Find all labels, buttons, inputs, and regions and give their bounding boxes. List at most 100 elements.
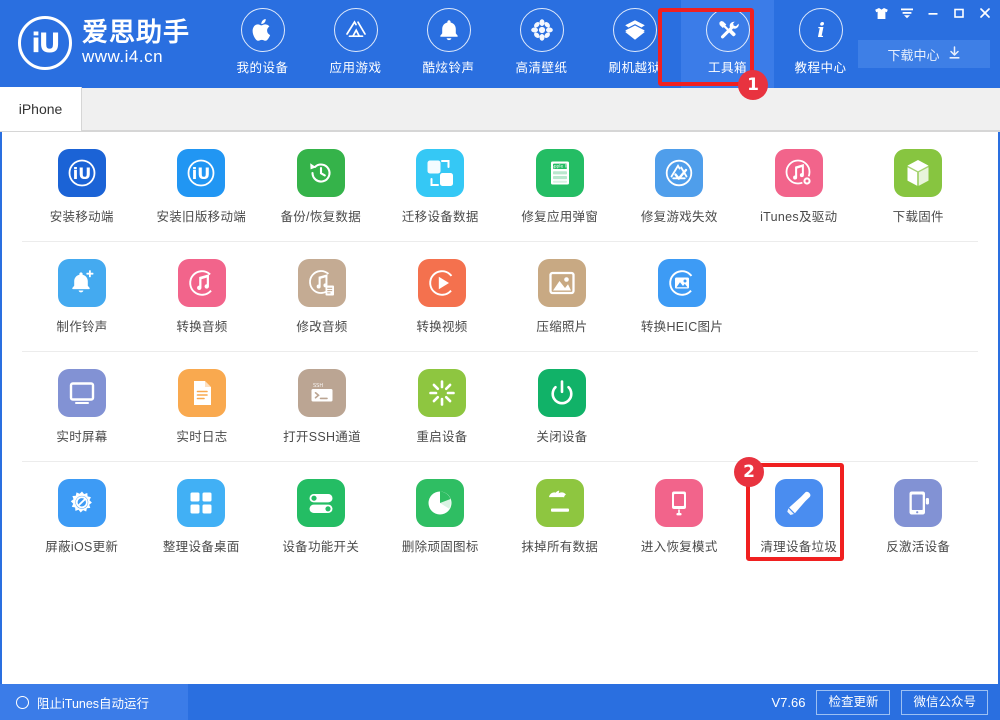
broom-clean-icon <box>775 479 823 527</box>
nav-item-my-device[interactable]: 我的设备 <box>216 0 309 88</box>
tool-restart-device[interactable]: 重启设备 <box>382 369 502 445</box>
tool-fix-app-popup[interactable]: Apple ID 修复应用弹窗 <box>500 149 620 225</box>
tool-device-feature-switch[interactable]: 设备功能开关 <box>261 479 381 555</box>
nav-label: 酷炫铃声 <box>423 57 475 76</box>
monitor-icon <box>58 369 106 417</box>
check-update-button[interactable]: 检查更新 <box>816 690 890 715</box>
tool-edit-audio[interactable]: 修改音频 <box>262 259 382 335</box>
tool-install-legacy-mobile-client[interactable]: iU 安装旧版移动端 <box>142 149 262 225</box>
nav-label: 刷机越狱 <box>609 57 661 76</box>
annotation-badge-1: 1 <box>738 70 768 100</box>
document-lines-icon <box>178 369 226 417</box>
photo-compress-icon <box>538 259 586 307</box>
menu-icon[interactable] <box>894 0 920 26</box>
wechat-official-button[interactable]: 微信公众号 <box>901 690 988 715</box>
nav-label: 应用游戏 <box>330 57 382 76</box>
tool-label: 修复应用弹窗 <box>521 206 598 225</box>
radio-circle-icon <box>16 696 29 709</box>
tool-download-firmware[interactable]: 下载固件 <box>859 149 979 225</box>
download-icon <box>948 46 961 63</box>
tool-block-ios-update[interactable]: 屏蔽iOS更新 <box>22 479 142 555</box>
tool-label: 转换视频 <box>416 316 467 335</box>
tool-label: 抹掉所有数据 <box>521 536 598 555</box>
tool-itunes-drivers[interactable]: iTunes及驱动 <box>739 149 859 225</box>
tab-iphone[interactable]: iPhone <box>0 87 82 131</box>
itunes-gear-icon <box>775 149 823 197</box>
i4-logo-icon: iU <box>18 16 72 70</box>
device-recovery-icon <box>655 479 703 527</box>
tool-realtime-screen[interactable]: 实时屏幕 <box>22 369 142 445</box>
nav-item-tutorial-center[interactable]: i 教程中心 <box>774 0 867 88</box>
maximize-icon[interactable] <box>946 0 972 26</box>
tool-label: 重启设备 <box>416 426 467 445</box>
tool-label: 反激活设备 <box>886 536 950 555</box>
close-icon[interactable] <box>972 0 998 26</box>
tool-convert-heic[interactable]: 转换HEIC图片 <box>622 259 742 335</box>
tool-label: 清理设备垃圾 <box>760 536 837 555</box>
app-window: iU 爱思助手 www.i4.cn 我的设备 应用游戏 <box>0 0 1000 720</box>
tool-enter-recovery-mode[interactable]: 进入恢复模式 <box>620 479 740 555</box>
tool-label: 制作铃声 <box>56 316 107 335</box>
logo-mark: iU <box>31 28 58 59</box>
download-center-button[interactable]: 下载中心 <box>858 40 990 68</box>
tool-deactivate-device[interactable]: 反激活设备 <box>859 479 979 555</box>
nav-item-apps-games[interactable]: 应用游戏 <box>309 0 402 88</box>
window-controls <box>868 0 998 26</box>
info-icon: i <box>799 8 843 52</box>
tool-compress-photo[interactable]: 压缩照片 <box>502 259 622 335</box>
open-box-icon <box>613 8 657 52</box>
svg-text:iU: iU <box>192 164 210 183</box>
tool-row: iU 安装移动端 iU 安装旧版移动端 备份/恢复数据 <box>22 132 978 242</box>
skin-icon[interactable] <box>868 0 894 26</box>
tool-label: 进入恢复模式 <box>641 536 718 555</box>
minimize-icon[interactable] <box>920 0 946 26</box>
music-edit-icon <box>298 259 346 307</box>
tool-label: 实时屏幕 <box>56 426 107 445</box>
nav-item-wallpapers[interactable]: 高清壁纸 <box>495 0 588 88</box>
nav-item-flash-jailbreak[interactable]: 刷机越狱 <box>588 0 681 88</box>
i4-blue-icon: iU <box>58 149 106 197</box>
nav-label: 教程中心 <box>795 57 847 76</box>
tool-fix-game-failure[interactable]: 修复游戏失效 <box>620 149 740 225</box>
pie-clock-icon <box>416 479 464 527</box>
tool-delete-stubborn-icons[interactable]: 删除顽固图标 <box>381 479 501 555</box>
tool-label: 转换HEIC图片 <box>641 316 723 335</box>
brand-logo[interactable]: iU 爱思助手 www.i4.cn <box>18 16 190 70</box>
app-header: iU 爱思助手 www.i4.cn 我的设备 应用游戏 <box>0 0 1000 88</box>
nav-item-ringtones[interactable]: 酷炫铃声 <box>402 0 495 88</box>
tool-label: 下载固件 <box>893 206 944 225</box>
tool-label: 打开SSH通道 <box>283 426 361 445</box>
tool-migrate-device-data[interactable]: 迁移设备数据 <box>381 149 501 225</box>
svg-text:iU: iU <box>73 164 91 183</box>
status-bar-actions: V7.66 检查更新 微信公众号 <box>771 690 1000 715</box>
svg-text:i: i <box>817 18 825 42</box>
tool-label: 修改音频 <box>296 316 347 335</box>
tool-label: 修复游戏失效 <box>641 206 718 225</box>
tool-row: 制作铃声 转换音频 修改音频 <box>22 242 978 352</box>
ssh-terminal-icon: SSH <box>298 369 346 417</box>
version-label: V7.66 <box>771 695 805 710</box>
power-icon <box>538 369 586 417</box>
tool-label: 安装旧版移动端 <box>156 206 246 225</box>
restart-burst-icon <box>418 369 466 417</box>
tool-install-mobile-client[interactable]: iU 安装移动端 <box>22 149 142 225</box>
tool-open-ssh-tunnel[interactable]: SSH 打开SSH通道 <box>262 369 382 445</box>
tool-organize-desktop[interactable]: 整理设备桌面 <box>142 479 262 555</box>
tool-convert-audio[interactable]: 转换音频 <box>142 259 262 335</box>
tool-label: 实时日志 <box>176 426 227 445</box>
grid-squares-icon <box>177 479 225 527</box>
migrate-icon <box>416 149 464 197</box>
block-update-gear-icon <box>58 479 106 527</box>
tool-convert-video[interactable]: 转换视频 <box>382 259 502 335</box>
tool-realtime-log[interactable]: 实时日志 <box>142 369 262 445</box>
tool-erase-all-data[interactable]: 抹掉所有数据 <box>500 479 620 555</box>
tool-label: 安装移动端 <box>50 206 114 225</box>
tool-clean-device-junk[interactable]: 清理设备垃圾 <box>739 479 859 555</box>
block-itunes-toggle[interactable]: 阻止iTunes自动运行 <box>0 684 188 720</box>
download-center-label: 下载中心 <box>887 45 939 64</box>
tool-shutdown-device[interactable]: 关闭设备 <box>502 369 622 445</box>
nav-label: 我的设备 <box>237 57 289 76</box>
tool-make-ringtone[interactable]: 制作铃声 <box>22 259 142 335</box>
apple-erase-icon <box>536 479 584 527</box>
tool-backup-restore-data[interactable]: 备份/恢复数据 <box>261 149 381 225</box>
